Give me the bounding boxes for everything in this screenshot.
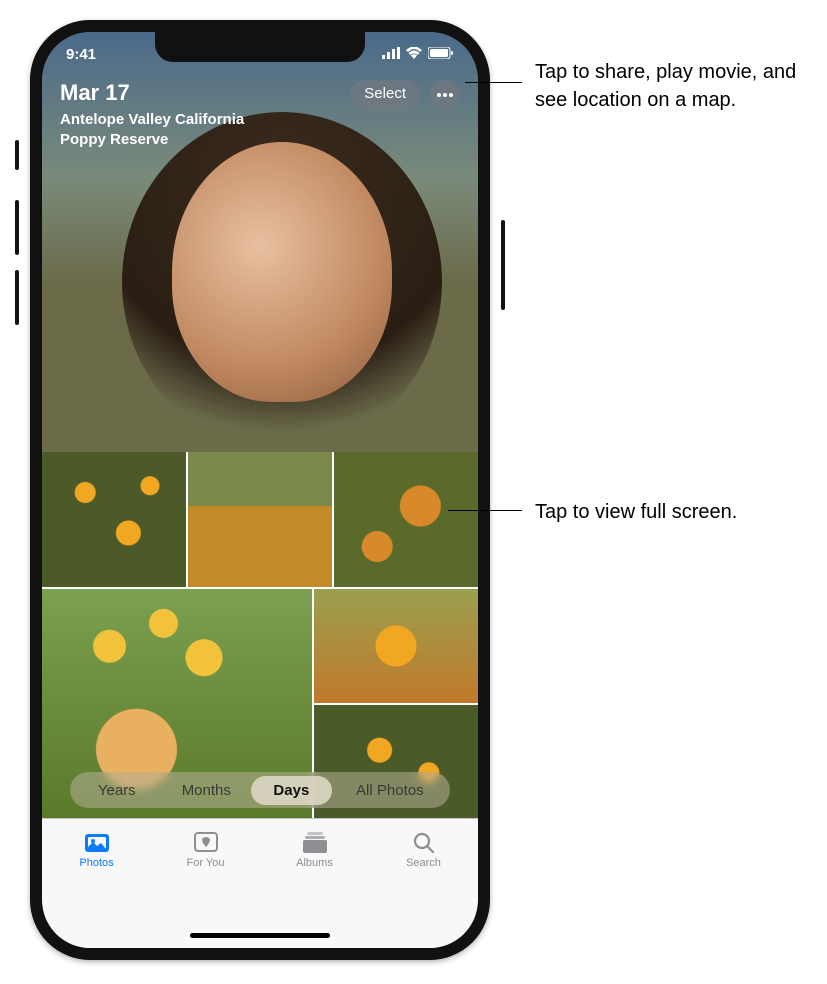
tab-label: For You xyxy=(187,857,225,869)
volume-up-button xyxy=(15,200,19,255)
photo-grid xyxy=(42,452,478,818)
screen: 9:41 xyxy=(42,32,478,948)
segment-all-photos[interactable]: All Photos xyxy=(332,776,448,805)
photo-thumbnail[interactable] xyxy=(314,589,478,703)
segment-days[interactable]: Days xyxy=(251,776,332,805)
mute-switch xyxy=(15,140,19,170)
search-icon xyxy=(410,829,438,855)
callout-thumbnail: Tap to view full screen. xyxy=(535,498,737,526)
callout-more-button: Tap to share, play movie, and see locati… xyxy=(535,58,815,114)
for-you-icon xyxy=(192,829,220,855)
tab-label: Albums xyxy=(296,857,333,869)
photo-thumbnail[interactable] xyxy=(334,452,478,587)
photos-icon xyxy=(83,829,111,855)
tab-search[interactable]: Search xyxy=(369,829,478,869)
view-segmented-control: Years Months Days All Photos xyxy=(70,772,450,808)
photo-thumbnail[interactable] xyxy=(188,452,332,587)
volume-down-button xyxy=(15,270,19,325)
hero-location: Antelope Valley California Poppy Reserve xyxy=(60,110,280,149)
notch xyxy=(155,32,365,62)
tab-photos[interactable]: Photos xyxy=(42,829,151,869)
iphone-frame: 9:41 xyxy=(30,20,490,960)
tab-bar: Photos For You Albums Search xyxy=(42,818,478,948)
callout-line xyxy=(448,510,522,511)
cellular-icon xyxy=(382,46,400,63)
side-button xyxy=(501,220,505,310)
status-time: 9:41 xyxy=(66,46,96,63)
more-button[interactable] xyxy=(430,80,460,110)
tab-label: Search xyxy=(406,857,441,869)
tab-albums[interactable]: Albums xyxy=(260,829,369,869)
select-button[interactable]: Select xyxy=(350,80,420,110)
battery-icon xyxy=(428,46,454,63)
albums-icon xyxy=(301,829,329,855)
segment-years[interactable]: Years xyxy=(72,776,162,805)
tab-label: Photos xyxy=(79,857,113,869)
callout-line xyxy=(465,82,522,83)
wifi-icon xyxy=(406,46,422,63)
segment-months[interactable]: Months xyxy=(162,776,252,805)
tab-for-you[interactable]: For You xyxy=(151,829,260,869)
ellipsis-icon xyxy=(437,93,453,97)
home-indicator[interactable] xyxy=(190,933,330,938)
photo-thumbnail[interactable] xyxy=(42,452,186,587)
